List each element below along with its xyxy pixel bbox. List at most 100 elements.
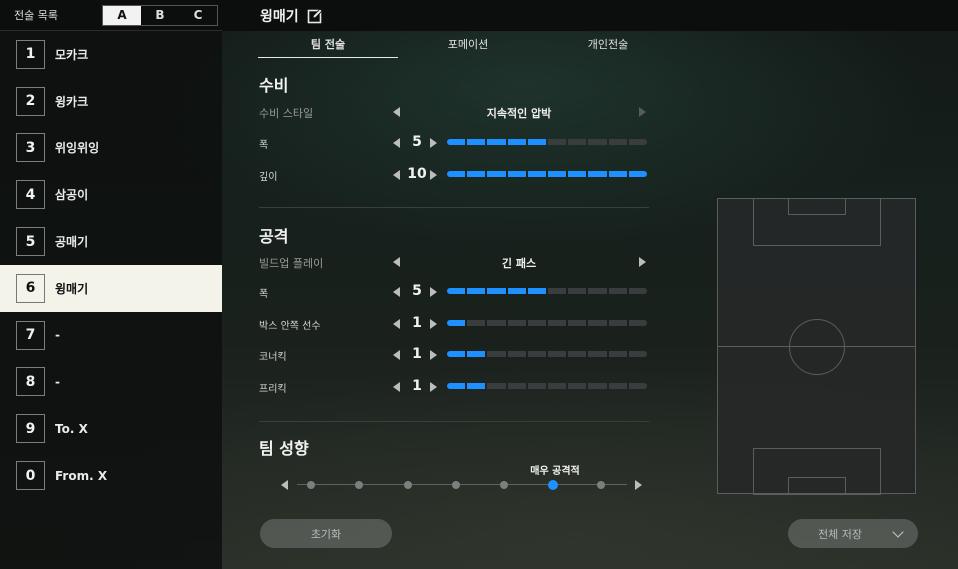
tendency-step-dot[interactable] xyxy=(307,481,315,489)
defense-style-next-icon[interactable] xyxy=(639,107,646,117)
preset-number: 2 xyxy=(16,86,45,116)
bar-segment xyxy=(568,320,587,326)
defense-width-decrease-icon[interactable] xyxy=(393,138,400,148)
bar-segment xyxy=(487,320,506,326)
bar-segment xyxy=(447,171,466,177)
set-tab-c[interactable]: C xyxy=(179,6,217,25)
preset-item-2[interactable]: 2 윙카크 xyxy=(0,78,222,125)
preset-item-1[interactable]: 1 모카크 xyxy=(0,31,222,78)
defense-title: 수비 xyxy=(259,76,289,95)
attack-width-bar[interactable] xyxy=(447,288,648,294)
free-kick-value: 1 xyxy=(412,378,422,394)
box-players-increase-icon[interactable] xyxy=(430,319,437,329)
formation-pitch xyxy=(717,198,916,495)
preset-number: 3 xyxy=(16,133,45,163)
bar-segment xyxy=(588,288,607,294)
preset-item-4[interactable]: 4 삼공이 xyxy=(0,171,222,218)
defense-width-bar[interactable] xyxy=(447,139,648,145)
bar-segment xyxy=(487,139,506,145)
bar-segment xyxy=(568,171,587,177)
preset-number: 4 xyxy=(16,180,45,210)
box-players-bar[interactable] xyxy=(447,320,648,326)
preset-number: 9 xyxy=(16,414,45,444)
tendency-step-dot[interactable] xyxy=(500,481,509,489)
free-kick-increase-icon[interactable] xyxy=(430,382,437,392)
defense-depth-row: 깊이 10 xyxy=(259,165,651,185)
attack-width-increase-icon[interactable] xyxy=(430,287,437,297)
preset-item-6[interactable]: 6 윙매기 xyxy=(0,264,222,312)
bar-segment xyxy=(487,351,506,357)
bar-segment xyxy=(447,320,466,326)
tendency-slider[interactable] xyxy=(281,478,643,492)
bar-segment xyxy=(507,171,526,177)
defense-depth-decrease-icon[interactable] xyxy=(393,170,400,180)
bar-segment xyxy=(447,288,466,294)
free-kick-decrease-icon[interactable] xyxy=(393,382,400,392)
bar-segment xyxy=(527,171,547,177)
preset-number: 7 xyxy=(16,320,45,350)
bar-segment xyxy=(527,351,547,357)
preset-item-5[interactable]: 5 공매기 xyxy=(0,218,222,265)
bar-segment xyxy=(628,288,648,294)
tendency-step-dot[interactable] xyxy=(355,481,364,489)
attack-width-decrease-icon[interactable] xyxy=(393,287,400,297)
bar-segment xyxy=(568,139,587,145)
tab-team-tactics[interactable]: 팀 전술 xyxy=(258,34,398,58)
preset-item-9[interactable]: 9 To. X xyxy=(0,405,222,452)
bar-segment xyxy=(628,383,648,389)
preset-item-8[interactable]: 8- xyxy=(0,359,222,406)
buildup-label: 빌드업 플레이 xyxy=(259,257,324,270)
tendency-next-icon[interactable] xyxy=(635,480,642,490)
preset-item-0[interactable]: 0 From. X xyxy=(0,452,222,499)
bar-segment xyxy=(507,320,526,326)
bar-segment xyxy=(467,351,486,357)
sidebar-header: 전술 목록 A B C xyxy=(0,0,222,31)
tab-individual-tactics[interactable]: 개인전술 xyxy=(538,34,678,58)
corner-kick-decrease-icon[interactable] xyxy=(393,350,400,360)
box-players-row: 박스 안쪽 선수 1 xyxy=(259,314,651,334)
top-goal-box xyxy=(788,198,846,215)
buildup-value: 긴 패스 xyxy=(501,257,537,270)
bar-segment xyxy=(628,351,648,357)
reset-button[interactable]: 초기화 xyxy=(260,519,392,548)
defense-style-value: 지속적인 압박 xyxy=(486,107,552,120)
tab-formation[interactable]: 포메이션 xyxy=(398,34,538,58)
free-kick-bar[interactable] xyxy=(447,383,648,389)
tendency-step-dot[interactable] xyxy=(596,481,605,489)
bar-segment xyxy=(548,288,567,294)
box-players-decrease-icon[interactable] xyxy=(393,319,400,329)
save-all-button[interactable]: 전체 저장 xyxy=(788,519,918,548)
bar-segment xyxy=(608,351,627,357)
tendency-step-dot[interactable] xyxy=(547,480,558,490)
box-players-value: 1 xyxy=(412,315,422,331)
corner-kick-increase-icon[interactable] xyxy=(430,350,437,360)
tactic-title: 윙매기 xyxy=(260,8,299,25)
pencil-edit-icon[interactable] xyxy=(307,7,323,24)
defense-depth-increase-icon[interactable] xyxy=(430,170,437,180)
preset-item-3[interactable]: 3 위잉위잉 xyxy=(0,125,222,172)
defense-depth-bar[interactable] xyxy=(447,171,648,177)
defense-width-row: 폭 5 xyxy=(259,133,651,153)
bar-segment xyxy=(467,383,486,389)
corner-kick-value: 1 xyxy=(412,346,422,362)
set-tab-b[interactable]: B xyxy=(141,6,179,25)
corner-kick-row: 코너킥 1 xyxy=(259,345,651,365)
bar-segment xyxy=(548,320,567,326)
bar-segment xyxy=(588,383,607,389)
tendency-step-dot[interactable] xyxy=(403,481,412,489)
bar-segment xyxy=(467,139,486,145)
buildup-next-icon[interactable] xyxy=(639,257,646,267)
bar-segment xyxy=(548,351,567,357)
tendency-step-dot[interactable] xyxy=(451,481,460,489)
section-divider xyxy=(259,207,649,208)
set-tab-a[interactable]: A xyxy=(103,5,141,25)
tendency-prev-icon[interactable] xyxy=(281,480,288,490)
bar-segment xyxy=(447,351,466,357)
tendency-track xyxy=(297,484,627,485)
preset-item-7[interactable]: 7- xyxy=(0,312,222,359)
preset-number: 0 xyxy=(16,461,45,491)
defense-width-increase-icon[interactable] xyxy=(430,138,437,148)
tactic-tabs: 팀 전술 포메이션 개인전술 xyxy=(258,34,678,58)
corner-kick-bar[interactable] xyxy=(447,351,648,357)
bar-segment xyxy=(588,320,607,326)
